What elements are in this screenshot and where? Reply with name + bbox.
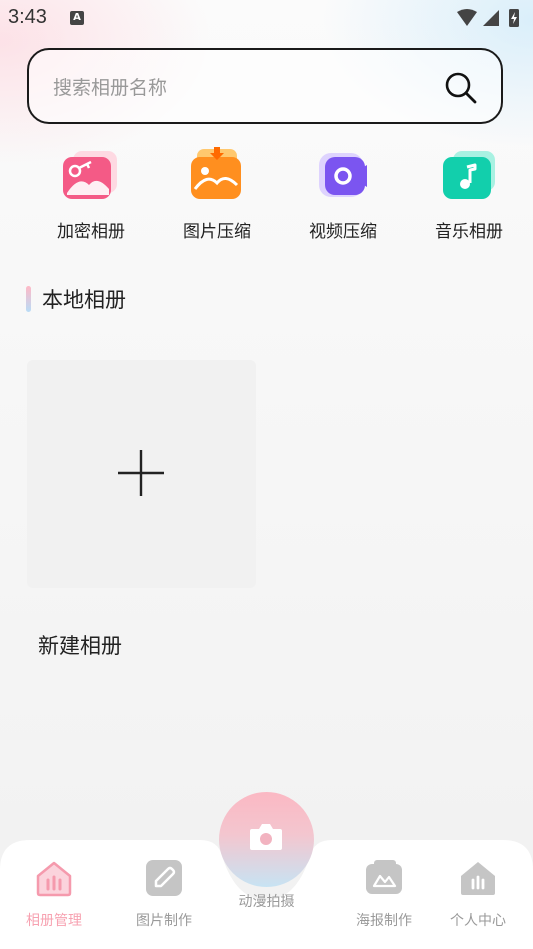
plus-icon — [118, 450, 164, 496]
tool-label: 音乐相册 — [435, 222, 503, 242]
tab-profile[interactable]: 个人中心 — [433, 858, 523, 930]
encrypted-album-icon — [63, 151, 117, 199]
tool-music-album[interactable]: 音乐相册 — [419, 145, 519, 242]
tools-row: 加密相册 图片压缩 视频压缩 音乐相册 — [0, 145, 533, 255]
tool-encrypted-album[interactable]: 加密相册 — [41, 145, 141, 242]
tool-video-compress[interactable]: 视频压缩 — [293, 145, 393, 242]
tab-image-edit[interactable]: 图片制作 — [119, 858, 209, 930]
video-compress-icon — [319, 153, 367, 197]
status-bar: 3:43 A — [0, 0, 533, 36]
system-icons — [457, 9, 519, 27]
tab-label: 相册管理 — [26, 913, 82, 929]
music-album-icon — [443, 151, 495, 199]
search-icon[interactable] — [443, 70, 479, 106]
new-album-label: 新建相册 — [38, 634, 122, 658]
poster-icon — [366, 860, 402, 894]
search-box[interactable] — [27, 48, 503, 124]
tab-poster[interactable]: 海报制作 — [339, 858, 429, 930]
search-input[interactable] — [51, 70, 435, 106]
camera-fab-button[interactable] — [219, 792, 314, 887]
section-title: 本地相册 — [42, 288, 126, 312]
camera-icon — [250, 824, 282, 850]
section-accent-bar — [26, 286, 31, 312]
tool-label: 加密相册 — [57, 222, 125, 242]
image-edit-icon — [146, 860, 182, 896]
tab-label: 个人中心 — [450, 913, 506, 929]
wifi-icon — [457, 9, 477, 26]
cellular-signal-icon — [483, 10, 499, 26]
album-manage-icon — [36, 861, 72, 897]
tool-label: 图片压缩 — [183, 222, 251, 242]
tab-label: 图片制作 — [136, 913, 192, 929]
notification-a-icon: A — [70, 11, 84, 25]
tab-label: 海报制作 — [356, 913, 412, 929]
status-time: 3:43 — [8, 6, 47, 28]
tab-album-manage[interactable]: 相册管理 — [9, 858, 99, 930]
profile-icon — [461, 862, 495, 895]
new-album-card[interactable] — [27, 360, 256, 588]
tool-label: 视频压缩 — [309, 222, 377, 242]
tool-image-compress[interactable]: 图片压缩 — [167, 145, 267, 242]
tab-anime-shoot-label: 动漫拍摄 — [238, 894, 295, 910]
image-compress-icon — [191, 147, 241, 199]
